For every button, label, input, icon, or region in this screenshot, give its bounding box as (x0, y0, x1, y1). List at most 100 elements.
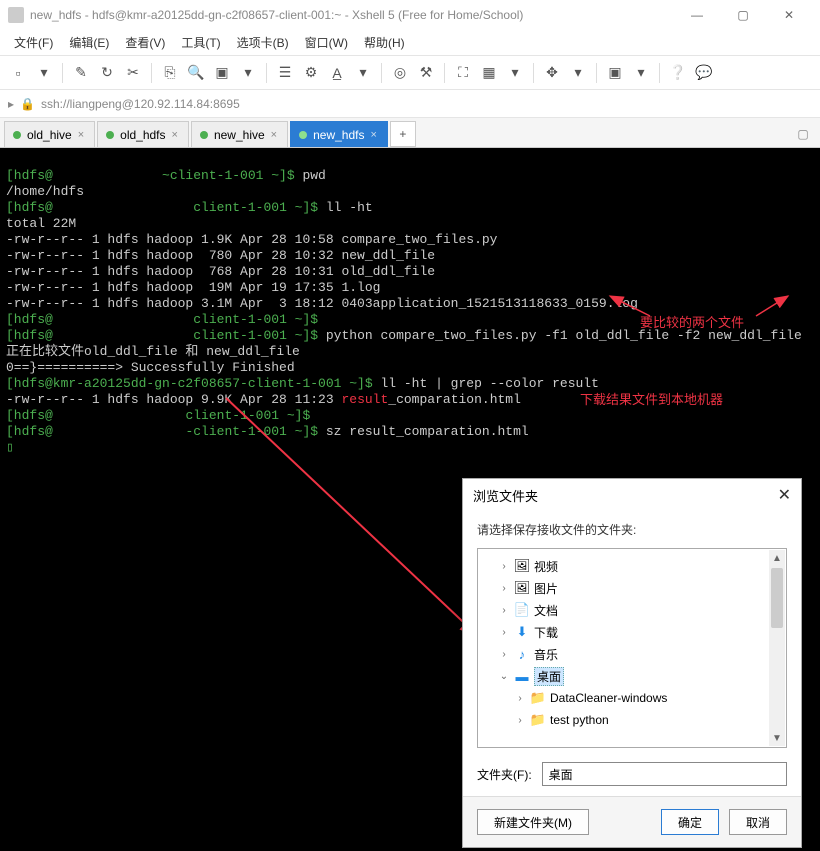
chevron-icon[interactable]: ⌄ (498, 671, 510, 682)
chevron-icon[interactable]: › (514, 693, 526, 704)
close-icon[interactable]: × (78, 129, 84, 141)
menu-tools[interactable]: 工具(T) (175, 32, 226, 53)
menu-window[interactable]: 窗口(W) (299, 32, 354, 53)
tree-item[interactable]: ›♪音乐 (482, 643, 782, 665)
restore-tab-icon[interactable]: ▢ (790, 121, 816, 147)
separator (381, 63, 382, 83)
dialog-title: 浏览文件夹 (473, 486, 538, 505)
terminal-line: -rw-r--r-- 1 hdfs hadoop 19M Apr 19 17:3… (6, 280, 814, 296)
terminal-line: ▯ (6, 440, 814, 456)
tree-item[interactable]: › 📁 DataCleaner-windows (482, 687, 782, 709)
separator (659, 63, 660, 83)
path-input[interactable] (542, 762, 787, 786)
dropdown-icon[interactable]: ▾ (238, 63, 258, 83)
separator (444, 63, 445, 83)
list-icon[interactable]: ☰ (275, 63, 295, 83)
menu-view[interactable]: 查看(V) (119, 32, 171, 53)
tab-label: old_hdfs (120, 128, 165, 142)
tool-icon[interactable]: ⚒ (416, 63, 436, 83)
scroll-down-icon[interactable]: ▼ (769, 730, 785, 746)
annotation-compare-files: 要比较的两个文件 (640, 315, 744, 331)
tree-item[interactable]: ›🖼图片 (482, 577, 782, 599)
address-bar: ▸ 🔒 ssh://liangpeng@120.92.114.84:8695 (0, 90, 820, 118)
dropdown-icon[interactable]: ▾ (34, 63, 54, 83)
tree-item[interactable]: ⌄▬桌面 (482, 665, 782, 687)
chat-icon[interactable]: 💬 (694, 63, 714, 83)
close-button[interactable]: ✕ (766, 0, 812, 30)
ok-button[interactable]: 确定 (661, 809, 719, 835)
search-icon[interactable]: 🔍 (186, 63, 206, 83)
scroll-thumb[interactable] (771, 568, 783, 628)
dropdown-icon[interactable]: ▾ (505, 63, 525, 83)
cut-icon[interactable]: ✂ (123, 63, 143, 83)
chevron-icon[interactable]: › (498, 561, 510, 572)
dialog-close-icon[interactable]: ✕ (778, 485, 791, 505)
tree-item[interactable]: ›📁test python (482, 709, 782, 731)
dropdown-icon[interactable]: ▾ (631, 63, 651, 83)
tab-new_hdfs[interactable]: new_hdfs× (290, 121, 388, 147)
dropdown-icon[interactable]: ▾ (568, 63, 588, 83)
tab-bar: old_hive×old_hdfs×new_hive×new_hdfs× + ▢ (0, 118, 820, 148)
layout-icon[interactable]: ▦ (479, 63, 499, 83)
chevron-icon[interactable]: › (498, 583, 510, 594)
chevron-icon[interactable]: › (514, 715, 526, 726)
chevron-icon[interactable]: › (498, 605, 510, 616)
lock-icon: 🔒 (20, 97, 35, 111)
terminal-line: [hdfs@ client-1-001 ~]$ (6, 408, 814, 424)
cancel-button[interactable]: 取消 (729, 809, 787, 835)
tree-item[interactable]: ›📄文档 (482, 599, 782, 621)
tab-new_hive[interactable]: new_hive× (191, 121, 288, 147)
new-icon[interactable]: ▫ (8, 63, 28, 83)
arrow-icon[interactable]: ✥ (542, 63, 562, 83)
terminal-line: -rw-r--r-- 1 hdfs hadoop 768 Apr 28 10:3… (6, 264, 814, 280)
tree-item-label: 桌面 (534, 667, 564, 686)
terminal-icon[interactable]: ▣ (212, 63, 232, 83)
menu-edit[interactable]: 编辑(E) (63, 32, 115, 53)
minimize-button[interactable]: — (674, 0, 720, 30)
dropdown-icon[interactable]: ▾ (353, 63, 373, 83)
maximize-button[interactable]: ▢ (720, 0, 766, 30)
tree-item[interactable]: ›🖼视频 (482, 555, 782, 577)
tab-old_hdfs[interactable]: old_hdfs × (97, 121, 189, 147)
path-label: 文件夹(F): (477, 766, 532, 783)
menu-help[interactable]: 帮助(H) (358, 32, 411, 53)
folder-tree[interactable]: ›🖼视频›🖼图片›📄文档›⬇下载›♪音乐⌄▬桌面 › 📁 DataCleaner-wi… (477, 548, 787, 748)
globe-icon[interactable]: ◎ (390, 63, 410, 83)
status-dot-icon (106, 131, 114, 139)
fullscreen-icon[interactable]: ⛶ (453, 63, 473, 83)
tree-item-label: 音乐 (534, 646, 558, 663)
folder-icon: 📁 (530, 690, 546, 706)
chevron-icon[interactable]: › (498, 627, 510, 638)
new-folder-button[interactable]: 新建文件夹(M) (477, 809, 589, 835)
menu-tabs[interactable]: 选项卡(B) (231, 32, 295, 53)
separator (596, 63, 597, 83)
tree-item-label: DataCleaner-windows (550, 691, 667, 705)
copy-icon[interactable]: ⎘ (160, 63, 180, 83)
add-tab-button[interactable]: + (390, 121, 416, 147)
scroll-up-icon[interactable]: ▲ (769, 550, 785, 566)
folder-icon[interactable]: ▣ (605, 63, 625, 83)
terminal-line: -rw-r--r-- 1 hdfs hadoop 3.1M Apr 3 18:1… (6, 296, 814, 312)
close-icon[interactable]: × (271, 129, 277, 141)
annotation-download: 下载结果文件到本地机器 (580, 392, 723, 408)
terminal-line: 0==}==========> Successfully Finished (6, 360, 814, 376)
tab-old_hive[interactable]: old_hive× (4, 121, 95, 147)
gear-icon[interactable]: ⚙ (301, 63, 321, 83)
dialog-titlebar[interactable]: 浏览文件夹 ✕ (463, 479, 801, 511)
arrow-icon[interactable]: ▸ (8, 97, 14, 111)
tree-item[interactable]: ›⬇下载 (482, 621, 782, 643)
status-dot-icon (13, 131, 21, 139)
chevron-icon[interactable]: › (498, 649, 510, 660)
refresh-icon[interactable]: ↻ (97, 63, 117, 83)
edit-icon[interactable]: ✎ (71, 63, 91, 83)
close-icon[interactable]: × (370, 129, 376, 141)
menu-file[interactable]: 文件(F) (8, 32, 59, 53)
font-icon[interactable]: A̲ (327, 63, 347, 83)
address-text[interactable]: ssh://liangpeng@120.92.114.84:8695 (41, 97, 240, 111)
browse-folder-dialog: 浏览文件夹 ✕ 请选择保存接收文件的文件夹: ›🖼视频›🖼图片›📄文档›⬇下载›… (462, 478, 802, 848)
close-icon[interactable]: × (172, 129, 178, 141)
status-dot-icon (299, 131, 307, 139)
scrollbar[interactable]: ▲ ▼ (769, 550, 785, 746)
help-icon[interactable]: ❔ (668, 63, 688, 83)
separator (533, 63, 534, 83)
